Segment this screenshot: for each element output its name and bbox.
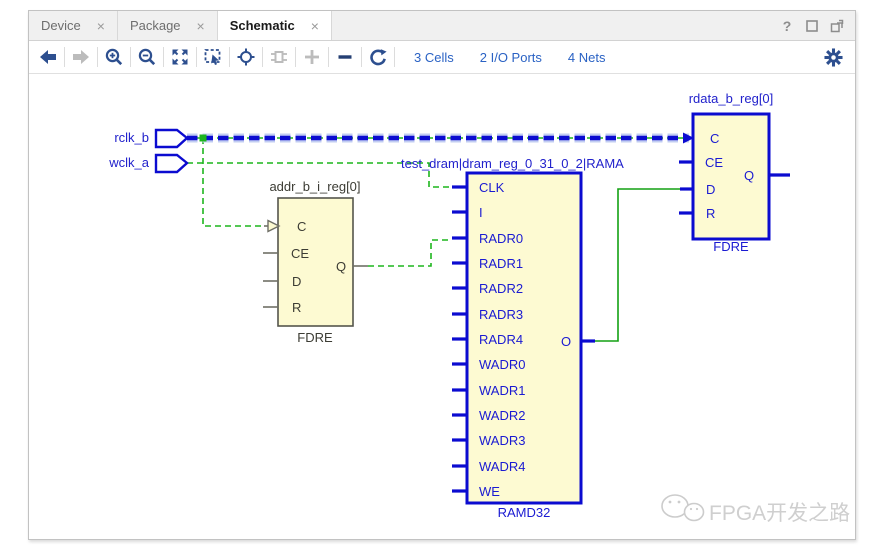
tabbar-spacer (332, 11, 779, 40)
pin-label-clk: CLK (479, 180, 505, 195)
pin-label-wadr0: WADR0 (479, 357, 525, 372)
pin-label-ce: CE (291, 246, 309, 261)
tab-schematic[interactable]: Schematic × (218, 11, 332, 40)
zoom-fit-button[interactable] (167, 45, 193, 69)
pin-label-radr4: RADR4 (479, 332, 523, 347)
zoom-out-button[interactable] (134, 45, 160, 69)
remove-button[interactable] (332, 45, 358, 69)
cell-rdata-b-reg-type: FDRE (713, 239, 749, 254)
pin-label-wadr1: WADR1 (479, 383, 525, 398)
io-ports-count-link[interactable]: 2 I/O Ports (480, 50, 542, 65)
expand-cone-button[interactable] (266, 45, 292, 69)
pin-label-we: WE (479, 484, 500, 499)
pin-label-c: C (710, 131, 719, 146)
cell-rdata-b-reg-name: rdata_b_reg[0] (689, 91, 774, 106)
pin-label-d: D (292, 274, 301, 289)
tab-schematic-label: Schematic (230, 18, 295, 33)
cell-ramd32-type: RAMD32 (498, 505, 551, 520)
pin-label-wadr3: WADR3 (479, 433, 525, 448)
tab-device[interactable]: Device × (29, 11, 118, 40)
settings-gear-icon[interactable] (824, 48, 843, 67)
zoom-selection-button[interactable] (200, 45, 226, 69)
tab-schematic-close-icon[interactable]: × (311, 19, 319, 33)
watermark: FPGA开发之路 (662, 495, 850, 525)
pin-label-d: D (706, 182, 715, 197)
port-rclk-b[interactable]: rclk_b (114, 130, 187, 147)
pin-label-q: Q (744, 168, 754, 183)
cell-addr-b-i-reg-name: addr_b_i_reg[0] (269, 179, 360, 194)
maximize-icon[interactable] (804, 18, 820, 34)
regenerate-button[interactable] (365, 45, 391, 69)
tab-package[interactable]: Package × (118, 11, 218, 40)
cells-count-link[interactable]: 3 Cells (414, 50, 454, 65)
pin-label-radr0: RADR0 (479, 231, 523, 246)
pin-label-r: R (292, 300, 301, 315)
net-ram-o-to-d[interactable] (595, 189, 680, 341)
pin-label-ce: CE (705, 155, 723, 170)
net-rclk-b-highlighted[interactable] (187, 135, 689, 142)
port-rclk-b-label: rclk_b (114, 130, 149, 145)
tab-package-label: Package (130, 18, 181, 33)
help-icon[interactable]: ? (779, 18, 795, 34)
add-button[interactable] (299, 45, 325, 69)
net-rclk-b-branch[interactable] (203, 138, 264, 226)
screenshot-page: Device × Package × Schematic × ? (0, 0, 878, 546)
tab-bar: Device × Package × Schematic × ? (29, 11, 855, 41)
float-window-icon[interactable] (829, 18, 845, 34)
pin-label-wadr4: WADR4 (479, 459, 525, 474)
pin-label-wadr2: WADR2 (479, 408, 525, 423)
tab-device-close-icon[interactable]: × (97, 19, 105, 33)
zoom-in-button[interactable] (101, 45, 127, 69)
cell-addr-b-i-reg-type: FDRE (297, 330, 333, 345)
toolbar: 3 Cells 2 I/O Ports 4 Nets (29, 41, 855, 74)
autofit-selection-button[interactable] (233, 45, 259, 69)
cell-ramd32[interactable]: test_dram|dram_reg_0_31_0_2|RAMA (401, 156, 624, 520)
tab-package-close-icon[interactable]: × (197, 19, 205, 33)
pin-label-q: Q (336, 259, 346, 274)
nets-count-link[interactable]: 4 Nets (568, 50, 606, 65)
back-button[interactable] (35, 45, 61, 69)
watermark-text: FPGA开发之路 (709, 502, 850, 525)
forward-button[interactable] (68, 45, 94, 69)
port-wclk-a[interactable]: wclk_a (108, 155, 187, 172)
port-wclk-a-label: wclk_a (108, 155, 150, 170)
cell-ramd32-name: test_dram|dram_reg_0_31_0_2|RAMA (401, 156, 624, 171)
cell-rdata-b-reg[interactable]: rdata_b_reg[0] C CE D R Q (679, 91, 790, 254)
tab-device-label: Device (41, 18, 81, 33)
pin-label-i: I (479, 205, 483, 220)
pin-label-c: C (297, 219, 306, 234)
pin-label-o: O (561, 334, 571, 349)
pin-label-radr1: RADR1 (479, 256, 523, 271)
pin-label-radr2: RADR2 (479, 281, 523, 296)
schematic-canvas[interactable]: rclk_b wclk_a addr_b_i_reg[0] (29, 74, 855, 539)
net-addr-q-to-radr0[interactable] (368, 240, 452, 266)
cell-addr-b-i-reg[interactable]: addr_b_i_reg[0] C CE D (263, 179, 368, 345)
pin-label-r: R (706, 206, 715, 221)
net-junction-dot (200, 135, 207, 142)
schematic-window: Device × Package × Schematic × ? (28, 10, 856, 540)
pin-label-radr3: RADR3 (479, 307, 523, 322)
